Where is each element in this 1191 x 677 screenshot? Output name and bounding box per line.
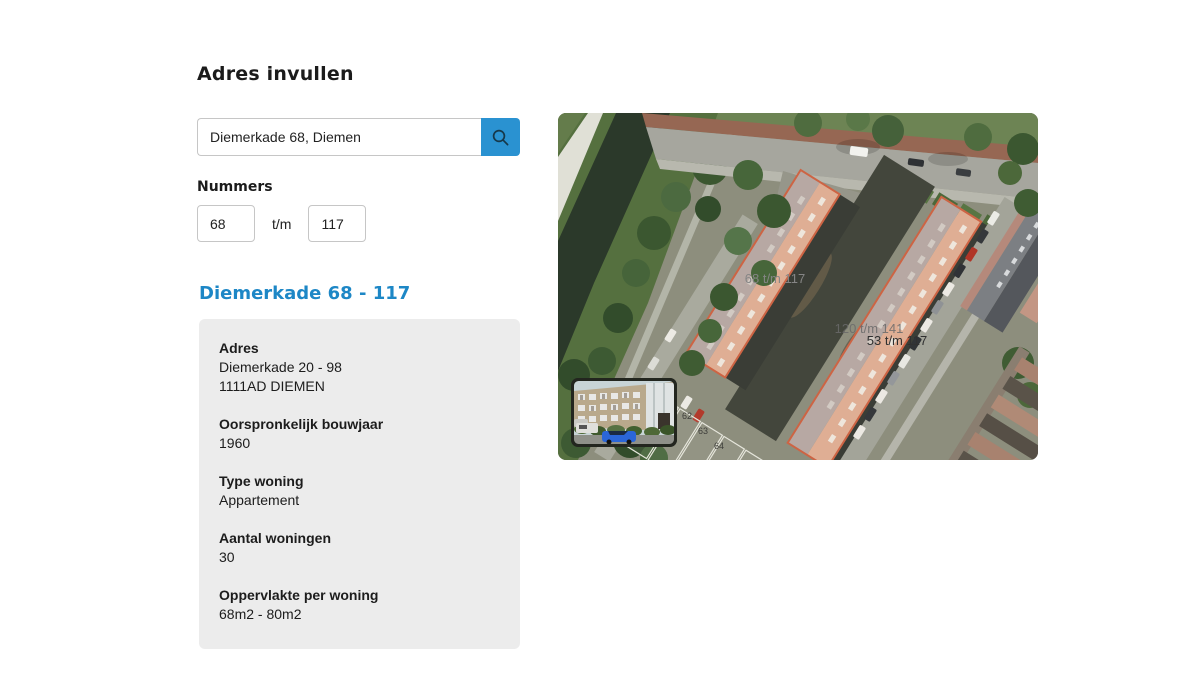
field-value: Diemerkade 20 - 98 [219,359,342,375]
field-value: Appartement [219,492,300,508]
street-view-thumbnail[interactable] [571,378,677,447]
field-label: Type woning [219,473,304,489]
field-label: Adres [219,340,259,356]
field-label: Aantal woningen [219,530,331,546]
search-button[interactable] [481,118,520,156]
search-icon [492,129,509,145]
info-field-type: Type woning Appartement [219,472,500,510]
page-title: Adres invullen [197,62,354,85]
aerial-map[interactable]: 62 63 64 68 t/m 117 120 t/m 141 53 t/m 1… [558,113,1038,460]
field-value: 1960 [219,435,251,451]
address-search-input[interactable] [197,118,481,156]
info-field-bouwjaar: Oorspronkelijk bouwjaar 1960 [219,415,500,453]
info-field-adres: Adres Diemerkade 20 - 98 1111AD DIEMEN [219,339,500,396]
number-from-input[interactable] [197,205,255,242]
field-value: 68m2 - 80m2 [219,606,302,622]
field-label: Oorspronkelijk bouwjaar [219,416,384,432]
app-window: Adres invullen Nummers t/m Diemerkade 68… [0,0,1191,677]
info-field-aantal: Aantal woningen 30 [219,529,500,567]
number-range-row: t/m [197,205,367,242]
info-field-oppervlakte: Oppervlakte per woning 68m2 - 80m2 [219,586,500,624]
parcel-number: 64 [714,441,724,451]
tm-separator: t/m [272,215,292,232]
building-info-card: Adres Diemerkade 20 - 98 1111AD DIEMEN O… [199,319,520,649]
building-label-53-117: 53 t/m 117 [867,333,927,348]
number-to-input[interactable] [308,205,367,242]
parcel-number: 62 [682,411,692,421]
address-search-row [197,118,520,156]
building-label-68-117: 68 t/m 117 [745,271,805,286]
field-value: 30 [219,549,235,565]
field-label: Oppervlakte per woning [219,587,379,603]
result-heading: Diemerkade 68 - 117 [199,283,411,304]
nummers-label: Nummers [197,179,273,195]
field-value: 1111AD DIEMEN [219,378,325,394]
parcel-number: 63 [698,426,708,436]
